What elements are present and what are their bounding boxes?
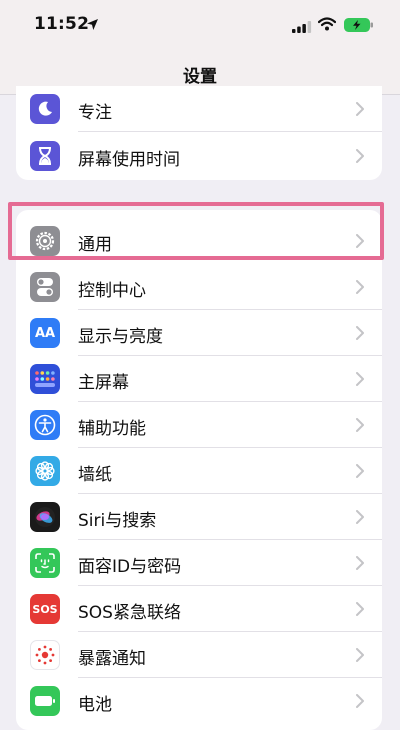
wifi-icon (317, 16, 337, 35)
settings-row-accessibility[interactable]: 辅助功能 (16, 402, 382, 448)
flower-icon (30, 456, 60, 486)
settings-row-label: 辅助功能 (78, 419, 146, 439)
page-title: 设置 (183, 67, 217, 87)
face-id-icon (30, 548, 60, 578)
cellular-signal-icon (292, 18, 312, 37)
toggles-icon (30, 272, 60, 302)
settings-row-focus[interactable]: 专注 (16, 86, 382, 132)
chevron-right-icon (356, 326, 364, 340)
settings-row-label: 电池 (78, 695, 112, 715)
chevron-right-icon (356, 418, 364, 432)
settings-row-wallpaper[interactable]: 墙纸 (16, 448, 382, 494)
siri-icon (30, 502, 60, 532)
chevron-right-icon (356, 694, 364, 708)
settings-row-label: 面容ID与密码 (78, 557, 182, 577)
moon-icon (30, 94, 60, 124)
settings-row-siri[interactable]: Siri与搜索 (16, 494, 382, 540)
settings-row-label: 暴露通知 (78, 649, 146, 669)
highlight-box-general (8, 202, 384, 260)
settings-row-label: SOS紧急联络 (78, 603, 181, 623)
chevron-right-icon (356, 602, 364, 616)
settings-row-exposure-notifications[interactable]: 暴露通知 (16, 632, 382, 678)
text-size-icon: AA (30, 318, 60, 348)
settings-row-display[interactable]: AA 显示与亮度 (16, 310, 382, 356)
chevron-right-icon (356, 510, 364, 524)
settings-row-screen-time[interactable]: 屏幕使用时间 (16, 133, 382, 179)
settings-row-label: 控制中心 (78, 281, 146, 301)
status-bar: 11:52 (0, 0, 400, 50)
battery-charging-icon (344, 17, 374, 36)
chevron-right-icon (356, 149, 364, 163)
settings-row-label: 显示与亮度 (78, 327, 163, 347)
app-grid-icon (30, 364, 60, 394)
chevron-right-icon (356, 372, 364, 386)
settings-row-emergency-sos[interactable]: SOS SOS紧急联络 (16, 586, 382, 632)
settings-row-label: Siri与搜索 (78, 511, 157, 531)
status-time: 11:52 (34, 14, 90, 34)
chevron-right-icon (356, 464, 364, 478)
settings-row-label: 屏幕使用时间 (78, 150, 180, 170)
location-arrow-icon (86, 16, 99, 35)
row-divider (78, 131, 382, 132)
chevron-right-icon (356, 102, 364, 116)
sos-icon: SOS (30, 594, 60, 624)
settings-row-label: 主屏幕 (78, 373, 129, 393)
settings-group-focus: 专注 屏幕使用时间 (16, 86, 382, 180)
exposure-icon (30, 640, 60, 670)
chevron-right-icon (356, 648, 364, 662)
settings-row-battery[interactable]: 电池 (16, 678, 382, 724)
settings-row-label: 墙纸 (78, 465, 112, 485)
settings-row-label: 专注 (78, 103, 112, 123)
hourglass-icon (30, 141, 60, 171)
settings-row-face-id[interactable]: 面容ID与密码 (16, 540, 382, 586)
accessibility-icon (30, 410, 60, 440)
chevron-right-icon (356, 280, 364, 294)
settings-row-control-center[interactable]: 控制中心 (16, 264, 382, 310)
settings-group-general: 通用 控制中心 AA 显示与亮度 主屏幕 辅助功能 墙纸 Siri与搜索 面容I… (16, 210, 382, 730)
settings-row-home-screen[interactable]: 主屏幕 (16, 356, 382, 402)
chevron-right-icon (356, 556, 364, 570)
